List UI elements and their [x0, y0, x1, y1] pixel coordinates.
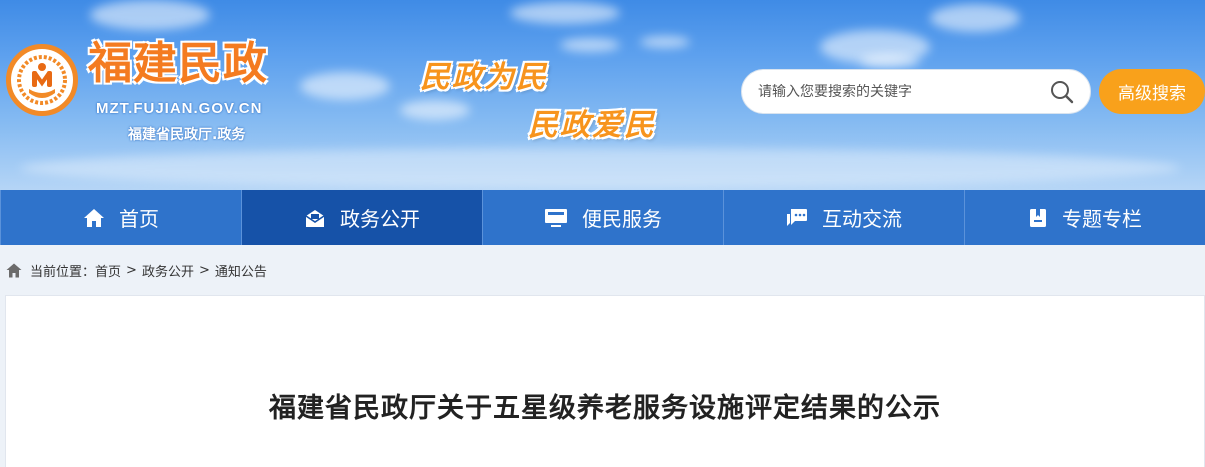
breadcrumb: 当前位置： 首页 > 政务公开 > 通知公告	[0, 245, 1205, 295]
nav-item-open-affairs[interactable]: 政务公开	[241, 190, 482, 245]
logo-emblem-icon	[17, 55, 67, 105]
search-icon[interactable]	[1048, 78, 1076, 106]
monitor-icon	[545, 208, 567, 227]
breadcrumb-separator: >	[126, 262, 137, 278]
site-domain: MZT.FUJIAN.GOV.CN	[96, 100, 263, 117]
nav-item-home[interactable]: 首页	[0, 190, 241, 245]
search-box	[741, 69, 1091, 114]
breadcrumb-link-notices[interactable]: 通知公告	[215, 261, 267, 280]
breadcrumb-prefix: 当前位置：	[30, 264, 96, 280]
search-input[interactable]	[758, 83, 1048, 100]
slogan-line-1: 民政为民	[420, 60, 548, 95]
site-logo[interactable]	[6, 44, 78, 116]
nav-item-label: 便民服务	[582, 207, 662, 231]
breadcrumb-link-home[interactable]: 首页	[95, 261, 121, 280]
slogan-line-2: 民政爱民	[528, 108, 656, 143]
nav-item-label: 首页	[119, 207, 159, 231]
location-home-icon	[6, 263, 22, 277]
chat-icon	[787, 208, 807, 226]
home-icon	[84, 208, 104, 227]
site-subtitle: 福建省民政厅.政务	[128, 127, 246, 143]
nav-item-label: 互动交流	[822, 207, 902, 231]
envelope-icon	[305, 209, 325, 227]
nav-item-label: 政务公开	[340, 207, 420, 231]
breadcrumb-link-open-affairs[interactable]: 政务公开	[142, 261, 194, 280]
nav-item-interaction[interactable]: 互动交流	[723, 190, 964, 245]
article-card: 福建省民政厅关于五星级养老服务设施评定结果的公示	[5, 295, 1205, 467]
nav-item-label: 专题专栏	[1062, 207, 1142, 231]
nav-item-topics[interactable]: 专题专栏	[964, 190, 1205, 245]
breadcrumb-separator: >	[198, 262, 210, 278]
nav-item-services[interactable]: 便民服务	[482, 190, 723, 245]
article-title: 福建省民政厅关于五星级养老服务设施评定结果的公示	[269, 393, 941, 424]
bookmark-icon	[1030, 208, 1046, 227]
main-nav: 首页 政务公开 便民服务 互动交流 专题专栏	[0, 190, 1205, 245]
site-header: 福建民政 MZT.FUJIAN.GOV.CN 福建省民政厅.政务 民政为民 民政…	[0, 0, 1205, 190]
site-name: 福建民政	[88, 38, 268, 89]
advanced-search-button[interactable]: 高级搜索	[1099, 69, 1205, 114]
